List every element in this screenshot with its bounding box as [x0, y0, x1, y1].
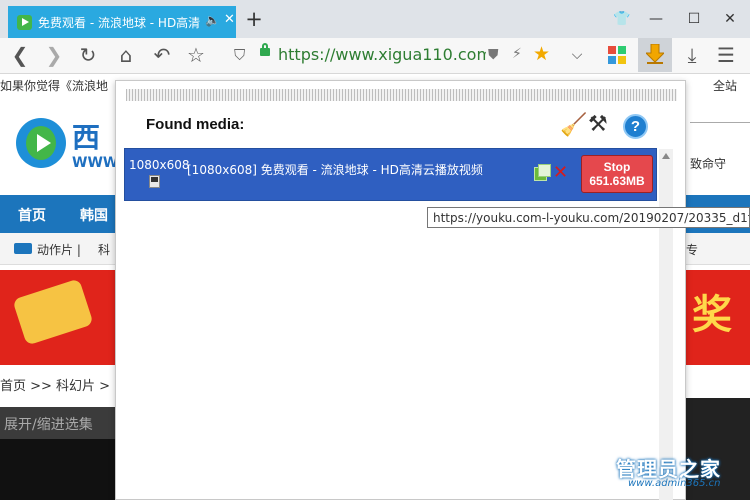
video-camera-icon — [14, 243, 32, 254]
favorite-star-icon[interactable]: ★ — [533, 43, 550, 65]
downloads-icon[interactable]: ⤓ — [678, 41, 706, 69]
episode-toggle-bar[interactable]: 展开/缩进选集 — [0, 407, 115, 439]
undo-close-tab-button[interactable]: ↶ — [148, 41, 176, 69]
home-button[interactable]: ⌂ — [112, 41, 140, 69]
remove-item-icon[interactable]: ✕ — [553, 162, 568, 183]
nav-item-home[interactable]: 首页 — [18, 205, 46, 225]
active-tab[interactable]: 免费观看 - 流浪地球 - HD高清 🔈 ✕ — [8, 6, 236, 38]
watermark-site: www.admin365.cn — [628, 478, 721, 489]
site-logo-text[interactable]: 西 — [72, 116, 100, 156]
popup-scrollbar[interactable] — [659, 149, 673, 500]
lock-icon[interactable] — [260, 43, 270, 56]
help-icon[interactable]: ? — [623, 114, 648, 139]
breadcrumb[interactable]: 首页 >> 科幻片 > — [0, 375, 110, 394]
forward-button[interactable]: ❯ — [40, 41, 68, 69]
site-favicon-icon — [17, 15, 32, 30]
video-file-icon — [149, 175, 160, 188]
download-size: 651.63MB — [589, 174, 645, 188]
settings-tools-icon[interactable]: ⚒ — [588, 112, 608, 137]
media-downloader-popup: Found media: — [115, 80, 686, 500]
security-shield-icon[interactable]: ⛉ — [234, 46, 245, 64]
search-field-edge[interactable] — [690, 122, 750, 123]
stop-label: Stop — [603, 160, 631, 174]
address-dropdown-icon[interactable]: ⌵ — [563, 41, 591, 69]
reload-button[interactable]: ↻ — [74, 41, 102, 69]
stop-download-button[interactable]: Stop 651.63MB — [581, 155, 653, 193]
media-description[interactable]: [1080x608] 免费观看 - 流浪地球 - HD高清云播放视频 — [187, 161, 483, 178]
episode-toggle-label[interactable]: 展开/缩进选集 — [4, 414, 93, 434]
promo-banner-image-right[interactable]: 奖 — [686, 270, 750, 365]
url-text[interactable]: https://www.xigua110.com/| — [278, 45, 486, 64]
back-button[interactable]: ❮ — [6, 41, 34, 69]
scroll-up-arrow-icon[interactable] — [662, 153, 670, 159]
minimize-button[interactable]: — — [642, 7, 670, 31]
popup-drag-handle[interactable] — [126, 89, 677, 101]
apps-grid-icon[interactable] — [608, 46, 626, 64]
menu-icon[interactable]: ☰ — [712, 41, 740, 69]
tracking-shield-icon[interactable]: ⛊ — [488, 47, 499, 63]
address-bar[interactable]: ⛉ https://www.xigua110.com/| ⛊ ⚡ ★ — [228, 42, 568, 68]
audio-playing-icon[interactable]: 🔈 — [205, 13, 220, 27]
copy-link-icon[interactable] — [534, 164, 551, 181]
subnav-item-special[interactable]: 专 — [686, 241, 698, 258]
promo-banner-image[interactable] — [0, 270, 115, 365]
found-media-heading: Found media: — [146, 116, 245, 133]
download-arrow-icon — [646, 44, 664, 64]
close-window-button[interactable]: ✕ — [716, 7, 744, 31]
url-tooltip: https://youku.com-l-youku.com/20190207/2… — [427, 207, 750, 228]
site-logo-icon[interactable] — [16, 118, 66, 168]
maximize-button[interactable]: ☐ — [680, 7, 708, 31]
page-notice-right[interactable]: 全站 — [713, 77, 737, 94]
nav-item-korea[interactable]: 韩国 — [80, 205, 108, 225]
page-notice: 如果你觉得《流浪地 — [0, 79, 109, 93]
tab-title: 免费观看 - 流浪地球 - HD高清 — [38, 16, 201, 30]
banner-text: 奖 — [692, 292, 732, 338]
clear-list-broom-icon[interactable]: 🧹 — [560, 113, 587, 138]
skin-icon[interactable]: 👕 — [608, 7, 636, 31]
media-resolution: 1080x608 — [129, 158, 190, 172]
subnav-item-action[interactable]: 动作片 | — [37, 241, 81, 258]
media-item-row[interactable]: 1080x608 [1080x608] 免费观看 - 流浪地球 - HD高清云播… — [124, 148, 657, 201]
video-downloader-extension-button[interactable] — [638, 38, 672, 72]
close-tab-icon[interactable]: ✕ — [224, 12, 235, 27]
new-tab-button[interactable]: + — [243, 8, 265, 30]
hot-link[interactable]: 致命守 — [690, 155, 726, 172]
lightning-icon[interactable]: ⚡ — [512, 46, 522, 62]
bookmarks-button[interactable]: ☆ — [182, 41, 210, 69]
subnav-item-scifi[interactable]: 科 — [98, 241, 110, 258]
video-player[interactable] — [0, 439, 115, 500]
